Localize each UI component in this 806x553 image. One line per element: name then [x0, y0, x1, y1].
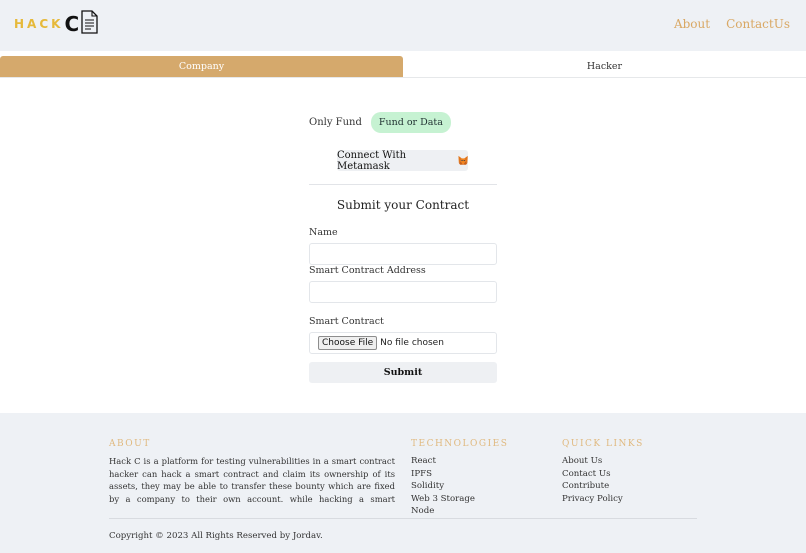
name-input[interactable]	[309, 243, 497, 265]
about-heading: ABOUT	[109, 439, 151, 449]
name-label: Name	[309, 227, 338, 238]
quick-links-heading: QUICK LINKS	[562, 439, 644, 449]
tab-hacker[interactable]: Hacker	[403, 56, 806, 77]
nav-contact-link[interactable]: ContactUs	[726, 17, 790, 31]
connect-metamask-button[interactable]: Connect With Metamask	[337, 149, 468, 172]
quick-links-list: About Us Contact Us Contribute Privacy P…	[562, 455, 623, 505]
contract-address-input[interactable]	[309, 281, 497, 303]
logo-letter: C	[64, 12, 80, 36]
footer-link-privacy-policy[interactable]: Privacy Policy	[562, 493, 623, 506]
logo[interactable]: HACK C	[14, 10, 98, 38]
footer-divider	[109, 518, 697, 519]
tech-item-solidity: Solidity	[411, 481, 445, 492]
footer-link-contact-us[interactable]: Contact Us	[562, 468, 623, 481]
about-description: Hack C is a platform for testing vulnera…	[109, 456, 395, 504]
document-icon	[80, 10, 98, 38]
main-nav: About ContactUs	[674, 17, 790, 31]
tech-item-ipfs: IPFS	[411, 468, 433, 479]
metamask-fox-icon	[458, 155, 468, 165]
technologies-heading: TECHNOLOGIES	[411, 439, 509, 449]
footer-link-about-us[interactable]: About Us	[562, 455, 623, 468]
only-fund-option[interactable]: Only Fund	[309, 117, 362, 128]
tech-item-react: React	[411, 456, 436, 466]
copyright-text: Copyright © 2023 All Rights Reserved by …	[109, 531, 323, 541]
smart-contract-label: Smart Contract	[309, 316, 384, 327]
technologies-list: React IPFS Solidity Web 3 Storage Node	[411, 455, 475, 518]
tab-company[interactable]: Company	[0, 56, 403, 77]
form-title: Submit your Contract	[336, 198, 470, 212]
role-tabs: Company Hacker	[0, 56, 806, 78]
nav-about-link[interactable]: About	[674, 17, 710, 31]
metamask-button-label: Connect With Metamask	[337, 149, 407, 172]
contract-address-label: Smart Contract Address	[309, 265, 426, 276]
fund-type-toggle: Only Fund Fund or Data	[309, 112, 451, 133]
smart-contract-file-input[interactable]: Choose File No file chosen	[309, 332, 497, 354]
tech-item-web3-storage: Web 3 Storage	[411, 493, 475, 504]
file-status-text: No file chosen	[380, 338, 444, 348]
choose-file-button[interactable]: Choose File	[318, 336, 378, 350]
tech-item-node: Node	[411, 506, 435, 517]
logo-text: HACK	[14, 17, 64, 31]
site-header: HACK C About ContactUs	[0, 0, 806, 51]
form-divider	[309, 184, 497, 185]
fund-or-data-option[interactable]: Fund or Data	[370, 112, 451, 133]
submit-button[interactable]: Submit	[309, 362, 497, 383]
footer-link-contribute[interactable]: Contribute	[562, 480, 623, 493]
